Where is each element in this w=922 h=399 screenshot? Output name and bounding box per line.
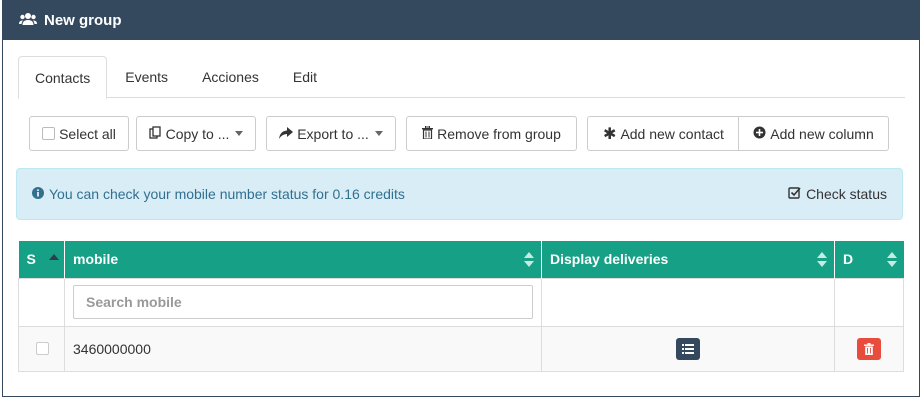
trash-icon bbox=[422, 125, 437, 142]
asterisk-icon: ✱ bbox=[603, 125, 617, 143]
panel-title: New group bbox=[44, 12, 122, 29]
column-header-d[interactable]: D bbox=[834, 241, 904, 278]
tab-acciones[interactable]: Acciones bbox=[186, 56, 275, 98]
add-new-column-label: Add new column bbox=[770, 125, 874, 142]
trash-icon[interactable] bbox=[857, 337, 881, 360]
info-alert: You can check your mobile number status … bbox=[16, 168, 903, 220]
tab-events[interactable]: Events bbox=[109, 56, 184, 98]
check-status-label: Check status bbox=[806, 186, 887, 202]
filter-row bbox=[18, 277, 904, 327]
export-to-label: Export to ... bbox=[297, 125, 369, 142]
list-icon[interactable] bbox=[676, 337, 700, 360]
select-all-label: Select all bbox=[59, 125, 116, 142]
contacts-table: S mobile Display deliveries D Search mob… bbox=[18, 241, 904, 372]
users-icon bbox=[19, 12, 44, 30]
tab-edit[interactable]: Edit bbox=[277, 56, 333, 98]
export-to-button[interactable]: Export to ... bbox=[266, 116, 396, 151]
tab-contacts[interactable]: Contacts bbox=[18, 56, 108, 99]
sort-icon bbox=[524, 252, 534, 268]
add-new-contact-button[interactable]: ✱ Add new contact bbox=[587, 116, 740, 151]
deliveries-cell bbox=[541, 325, 835, 372]
search-mobile-input[interactable] bbox=[73, 285, 533, 319]
add-new-column-button[interactable]: Add new column bbox=[738, 116, 889, 151]
copy-to-button[interactable]: Copy to ... bbox=[136, 116, 256, 151]
tab-bar: Contacts Events Acciones Edit bbox=[18, 56, 905, 99]
add-new-contact-label: Add new contact bbox=[620, 125, 724, 142]
filter-cell-empty bbox=[18, 277, 65, 327]
sort-asc-icon bbox=[48, 254, 59, 260]
remove-from-group-button[interactable]: Remove from group bbox=[406, 116, 577, 151]
remove-from-group-label: Remove from group bbox=[437, 125, 561, 142]
chevron-down-icon bbox=[235, 131, 244, 136]
filter-cell-mobile bbox=[64, 277, 542, 327]
sort-icon bbox=[886, 252, 897, 268]
chevron-down-icon bbox=[374, 131, 383, 136]
copy-icon bbox=[148, 125, 166, 142]
column-header-s-label: S bbox=[26, 251, 36, 268]
column-header-mobile-label: mobile bbox=[73, 251, 119, 268]
row-select-checkbox[interactable] bbox=[36, 342, 49, 355]
column-header-d-label: D bbox=[843, 251, 854, 268]
mobile-cell: 3460000000 bbox=[64, 325, 542, 372]
table-header-row: S mobile Display deliveries D bbox=[18, 241, 904, 278]
table-row: 3460000000 bbox=[18, 325, 904, 372]
copy-to-label: Copy to ... bbox=[165, 125, 230, 142]
share-icon bbox=[279, 126, 297, 142]
column-header-display-deliveries[interactable]: Display deliveries bbox=[541, 241, 835, 278]
delete-cell bbox=[834, 325, 904, 372]
row-select-cell bbox=[18, 325, 65, 372]
select-all-checkbox-icon bbox=[42, 127, 56, 140]
filter-cell-empty bbox=[834, 277, 904, 327]
column-header-display-deliveries-label: Display deliveries bbox=[550, 251, 669, 268]
sort-icon bbox=[817, 252, 827, 268]
column-header-s[interactable]: S bbox=[18, 241, 65, 278]
column-header-mobile[interactable]: mobile bbox=[64, 241, 542, 278]
check-status-link[interactable]: Check status bbox=[788, 186, 887, 202]
check-square-icon bbox=[788, 186, 806, 202]
plus-circle-icon bbox=[753, 126, 770, 142]
select-all-button[interactable]: Select all bbox=[29, 116, 129, 151]
filter-cell-empty bbox=[541, 277, 835, 327]
panel-header: New group bbox=[3, 1, 919, 40]
info-circle-icon bbox=[32, 186, 49, 202]
alert-message: You can check your mobile number status … bbox=[49, 186, 405, 202]
